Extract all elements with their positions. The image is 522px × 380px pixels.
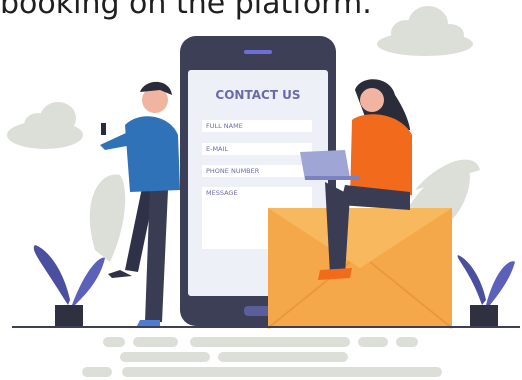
cloud-icon — [377, 6, 473, 56]
contact-illustration — [7, 6, 520, 377]
plant-left-icon — [33, 245, 105, 327]
email-field[interactable]: E-MAIL — [206, 145, 228, 153]
full-name-field[interactable]: FULL NAME — [206, 122, 243, 130]
contact-title: CONTACT US — [215, 88, 301, 102]
plant-right-icon — [457, 255, 515, 327]
cloud-icon — [7, 102, 83, 149]
floor-shadow — [82, 337, 442, 377]
phone-number-field[interactable]: PHONE NUMBER — [206, 167, 259, 175]
envelope-icon — [267, 208, 453, 329]
message-field[interactable]: MESSAGE — [206, 189, 238, 197]
